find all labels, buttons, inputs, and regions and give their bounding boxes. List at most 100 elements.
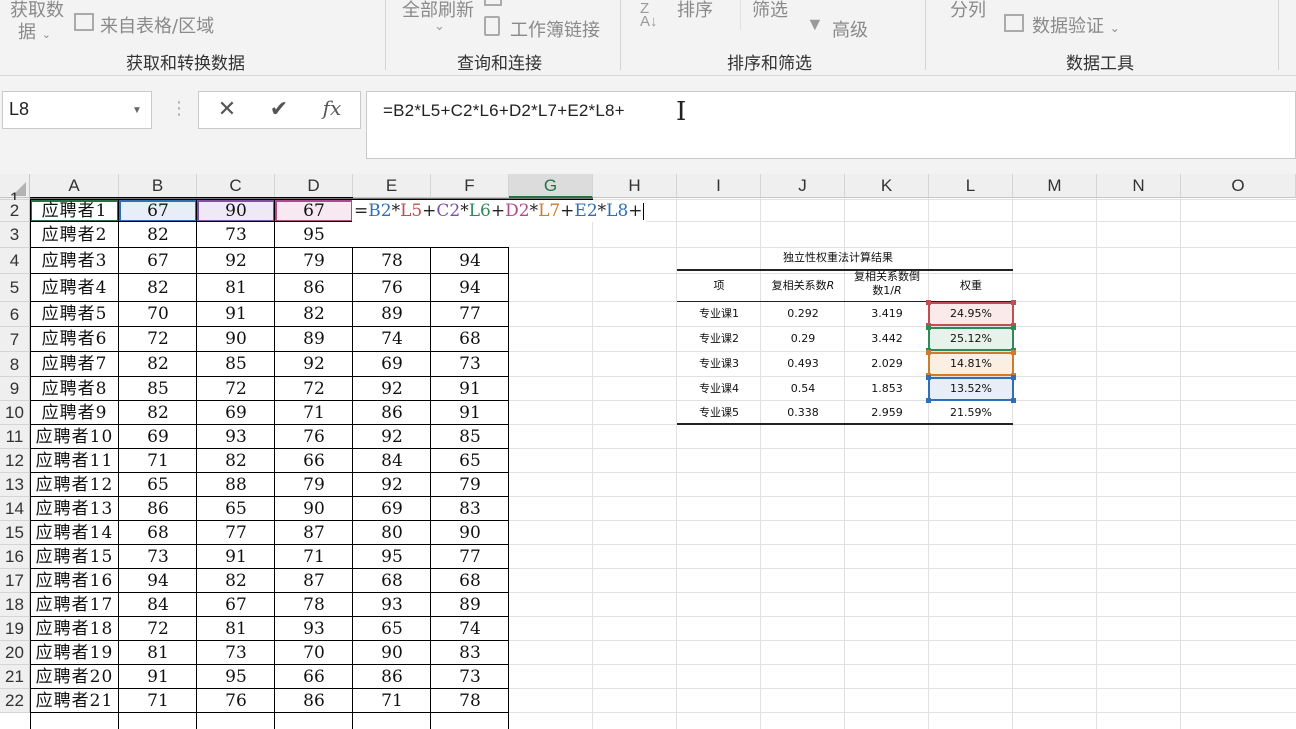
row-header-18[interactable]: 18 bbox=[0, 593, 30, 617]
column-header-o[interactable]: O bbox=[1181, 174, 1296, 198]
score-cell[interactable]: 83 bbox=[431, 641, 509, 665]
advanced-filter-button[interactable]: 高级 bbox=[832, 16, 868, 42]
score-cell[interactable]: 67 bbox=[119, 200, 197, 222]
score-cell[interactable]: 87 bbox=[275, 521, 353, 545]
score-cell[interactable]: 65 bbox=[431, 449, 509, 473]
score-cell[interactable]: 81 bbox=[197, 274, 275, 302]
score-cell[interactable]: 95 bbox=[275, 222, 353, 248]
score-cell[interactable]: 81 bbox=[119, 641, 197, 665]
score-cell[interactable]: 90 bbox=[353, 641, 431, 665]
applicant-name-cell[interactable]: 应聘者12 bbox=[30, 473, 119, 497]
score-cell[interactable]: 77 bbox=[431, 545, 509, 569]
column-header-f[interactable]: F bbox=[431, 174, 509, 198]
weight-cell[interactable]: 1.853 bbox=[845, 377, 929, 401]
score-cell[interactable]: 73 bbox=[431, 665, 509, 689]
applicant-name-cell[interactable]: 应聘者20 bbox=[30, 665, 119, 689]
chevron-down-icon[interactable]: ▼ bbox=[132, 105, 142, 116]
score-cell[interactable]: 86 bbox=[275, 274, 353, 302]
score-cell[interactable]: 92 bbox=[353, 425, 431, 449]
applicant-name-cell[interactable]: 应聘者7 bbox=[30, 352, 119, 377]
score-cell[interactable]: 78 bbox=[353, 248, 431, 274]
applicant-name-cell[interactable]: 应聘者14 bbox=[30, 521, 119, 545]
score-cell[interactable]: 82 bbox=[197, 449, 275, 473]
score-cell[interactable]: 85 bbox=[119, 377, 197, 401]
row-header-22[interactable]: 22 bbox=[0, 689, 30, 713]
score-cell[interactable]: 77 bbox=[197, 521, 275, 545]
score-cell[interactable]: 74 bbox=[353, 327, 431, 352]
score-cell[interactable]: 79 bbox=[275, 248, 353, 274]
drag-handle-icon[interactable]: ⋮ bbox=[170, 98, 188, 119]
weight-cell[interactable]: 25.12% bbox=[929, 327, 1013, 351]
score-cell[interactable]: 85 bbox=[197, 352, 275, 377]
weight-cell[interactable]: 专业课3 bbox=[677, 352, 761, 376]
score-cell[interactable]: 68 bbox=[119, 521, 197, 545]
row-header-5[interactable]: 5 bbox=[0, 274, 30, 302]
score-cell[interactable]: 94 bbox=[431, 274, 509, 302]
score-cell[interactable]: 80 bbox=[353, 521, 431, 545]
row-header-8[interactable]: 8 bbox=[0, 352, 30, 377]
row-header-4[interactable]: 4 bbox=[0, 248, 30, 274]
weight-cell[interactable]: 3.419 bbox=[845, 302, 929, 326]
score-cell[interactable]: 92 bbox=[197, 248, 275, 274]
weight-cell[interactable]: 专业课5 bbox=[677, 401, 761, 425]
formula-input[interactable]: =B2*L5+C2*L6+D2*L7+E2*L8+ bbox=[366, 91, 1296, 159]
row-header-20[interactable]: 20 bbox=[0, 641, 30, 665]
row-header-14[interactable]: 14 bbox=[0, 497, 30, 521]
score-cell[interactable]: 82 bbox=[119, 274, 197, 302]
applicant-name-cell[interactable]: 应聘者11 bbox=[30, 449, 119, 473]
score-cell[interactable]: 73 bbox=[197, 222, 275, 248]
column-header-l[interactable]: L bbox=[929, 174, 1013, 198]
row-header-7[interactable]: 7 bbox=[0, 327, 30, 352]
score-cell[interactable]: 78 bbox=[431, 689, 509, 713]
score-cell[interactable]: 95 bbox=[353, 545, 431, 569]
row-header-15[interactable]: 15 bbox=[0, 521, 30, 545]
score-cell[interactable]: 71 bbox=[275, 545, 353, 569]
row-header-17[interactable]: 17 bbox=[0, 569, 30, 593]
data-validation-button[interactable]: 数据验证 ⌄ bbox=[1032, 12, 1120, 38]
score-cell[interactable]: 72 bbox=[119, 617, 197, 641]
score-cell[interactable]: 66 bbox=[275, 449, 353, 473]
score-cell[interactable]: 65 bbox=[197, 497, 275, 521]
score-cell[interactable]: 89 bbox=[275, 327, 353, 352]
row-header-16[interactable]: 16 bbox=[0, 545, 30, 569]
weight-cell[interactable]: 0.338 bbox=[761, 401, 845, 425]
score-cell[interactable]: 89 bbox=[353, 302, 431, 327]
weight-cell[interactable]: 专业课1 bbox=[677, 302, 761, 326]
score-cell[interactable]: 77 bbox=[431, 302, 509, 327]
text-to-columns-button[interactable]: 分列 bbox=[950, 0, 986, 22]
score-cell[interactable]: 71 bbox=[119, 689, 197, 713]
score-cell[interactable]: 70 bbox=[119, 302, 197, 327]
weight-cell[interactable]: 24.95% bbox=[929, 302, 1013, 326]
weight-cell[interactable]: 3.442 bbox=[845, 327, 929, 351]
weight-cell[interactable]: 2.959 bbox=[845, 401, 929, 425]
weight-cell[interactable]: 0.292 bbox=[761, 302, 845, 326]
score-cell[interactable]: 78 bbox=[275, 593, 353, 617]
score-cell[interactable]: 81 bbox=[197, 617, 275, 641]
row-header-10[interactable]: 10 bbox=[0, 401, 30, 425]
weight-cell[interactable]: 0.54 bbox=[761, 377, 845, 401]
column-header-i[interactable]: I bbox=[677, 174, 761, 198]
row-header-6[interactable]: 6 bbox=[0, 302, 30, 327]
score-cell[interactable]: 90 bbox=[275, 497, 353, 521]
applicant-name-cell[interactable]: 应聘者4 bbox=[30, 274, 119, 302]
score-cell[interactable]: 91 bbox=[197, 302, 275, 327]
score-cell[interactable]: 88 bbox=[197, 473, 275, 497]
score-cell[interactable]: 82 bbox=[197, 569, 275, 593]
score-cell[interactable]: 69 bbox=[119, 425, 197, 449]
score-cell[interactable]: 76 bbox=[353, 274, 431, 302]
score-cell[interactable]: 74 bbox=[431, 617, 509, 641]
applicant-name-cell[interactable]: 应聘者15 bbox=[30, 545, 119, 569]
column-header-n[interactable]: N bbox=[1097, 174, 1181, 198]
column-header-a[interactable]: A bbox=[30, 174, 119, 198]
applicant-name-cell[interactable]: 应聘者2 bbox=[30, 222, 119, 248]
column-header-k[interactable]: K bbox=[845, 174, 929, 198]
score-cell[interactable]: 94 bbox=[431, 248, 509, 274]
score-cell[interactable]: 76 bbox=[197, 689, 275, 713]
score-cell[interactable]: 82 bbox=[119, 401, 197, 425]
check-icon[interactable]: ✔ bbox=[259, 96, 299, 126]
weight-cell[interactable]: 专业课4 bbox=[677, 377, 761, 401]
score-cell[interactable]: 91 bbox=[197, 545, 275, 569]
insert-function-button[interactable]: fx bbox=[312, 96, 352, 126]
applicant-name-cell[interactable]: 应聘者8 bbox=[30, 377, 119, 401]
column-header-d[interactable]: D bbox=[275, 174, 353, 198]
